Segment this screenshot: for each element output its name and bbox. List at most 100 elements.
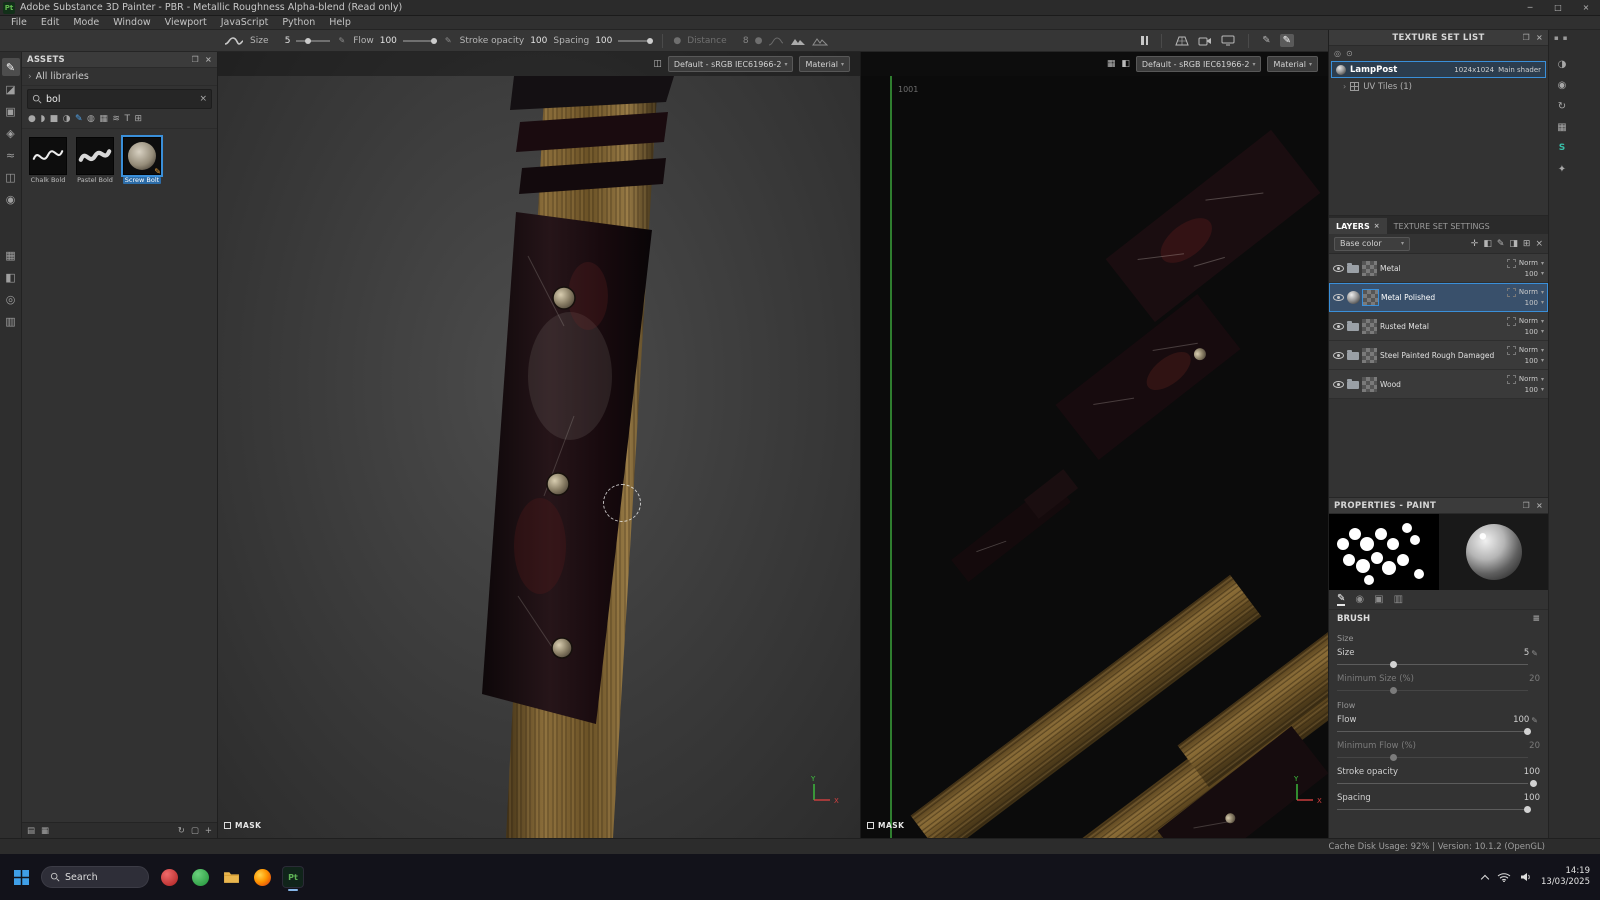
layer-visibility-icon[interactable] — [1333, 351, 1344, 359]
layer-visibility-icon[interactable] — [1333, 264, 1344, 272]
add-group-icon[interactable]: ⊞ — [1523, 239, 1531, 249]
share-panel-icon[interactable]: S — [1554, 140, 1570, 156]
mask-thumbnail[interactable] — [1506, 316, 1516, 326]
spacing-value[interactable]: 100 — [595, 36, 612, 46]
paint-tool-icon[interactable]: ✎ — [1, 58, 20, 76]
mask-thumbnail[interactable] — [1506, 287, 1516, 297]
particle-filter-icon[interactable]: ◍ — [87, 114, 95, 124]
blend-mode-dropdown[interactable]: Norm ▾ — [1519, 317, 1544, 325]
display-mode-dropdown-2d[interactable]: Material ▾ — [1267, 56, 1318, 72]
layer-row[interactable]: Wood Norm ▾ 100 ▾ — [1329, 370, 1548, 399]
volume-icon[interactable] — [1520, 872, 1532, 882]
dock-options-icon[interactable]: ▪ — [1563, 34, 1568, 42]
perspective-icon[interactable] — [1175, 36, 1189, 46]
mask-thumbnail[interactable] — [1506, 374, 1516, 384]
pastel-bold-thumbnail[interactable] — [76, 137, 114, 175]
spacing-param-value[interactable]: 100 — [1524, 793, 1540, 803]
minimize-button[interactable]: ─ — [1516, 0, 1544, 15]
material-sphere-thumbnail[interactable] — [1347, 290, 1360, 304]
close-panel-icon[interactable]: × — [205, 55, 212, 64]
taskbar-search[interactable]: Search — [41, 866, 149, 888]
close-panel-icon[interactable]: × — [1536, 501, 1543, 510]
add-fill-layer-icon[interactable]: ◧ — [1483, 239, 1492, 249]
alpha-tab-icon[interactable]: ◉ — [1355, 594, 1364, 605]
layer-thumbnail-selected[interactable] — [1362, 288, 1379, 306]
blend-mode-dropdown[interactable]: Norm ▾ — [1519, 346, 1544, 354]
float-panel-icon[interactable]: ❐ — [1523, 33, 1530, 42]
uv-channels-icon[interactable]: ◧ — [1121, 59, 1130, 69]
start-button[interactable] — [10, 866, 32, 888]
visibility-filter-icon[interactable]: ◎ — [1334, 49, 1341, 58]
display-mode-dropdown-3d[interactable]: Material ▾ — [799, 56, 850, 72]
add-effect-icon[interactable]: ✛ — [1471, 239, 1479, 249]
taskbar-app-red-icon[interactable] — [158, 866, 180, 888]
library-filter-dropdown[interactable]: › All libraries — [22, 68, 217, 86]
refresh-icon[interactable]: ↻ — [178, 826, 185, 836]
smart-material-filter-icon[interactable]: ◗ — [40, 114, 45, 124]
layer-opacity[interactable]: 100 ▾ — [1525, 270, 1544, 278]
noise-filter-icon[interactable]: ≋ — [112, 114, 120, 124]
flow-param-value[interactable]: 100 — [1513, 715, 1529, 725]
plugins-panel-icon[interactable]: ✦ — [1554, 161, 1570, 177]
layer-opacity[interactable]: 100 ▾ — [1525, 328, 1544, 336]
pause-engine-icon[interactable] — [1141, 36, 1149, 45]
menu-javascript[interactable]: JavaScript — [214, 17, 276, 28]
flow-value[interactable]: 100 — [380, 36, 397, 46]
lamp-post-3d-render[interactable] — [218, 76, 860, 838]
stencil-tab-icon[interactable]: ▣ — [1374, 594, 1383, 605]
wifi-icon[interactable] — [1497, 872, 1511, 882]
size-param-slider[interactable] — [1337, 660, 1540, 669]
menu-mode[interactable]: Mode — [66, 17, 106, 28]
asset-item[interactable]: Pastel Bold — [75, 137, 115, 184]
flow-pen-icon[interactable]: ✎ — [445, 36, 452, 45]
menu-python[interactable]: Python — [275, 17, 322, 28]
layer-name[interactable]: Wood — [1380, 380, 1504, 389]
size-param-pen-icon[interactable]: ✎ — [1531, 649, 1538, 658]
paint-brush-mode-icon[interactable]: ✎ — [1279, 34, 1294, 47]
layer-row[interactable]: Metal Norm ▾ 100 ▾ — [1329, 254, 1548, 283]
material-filter-icon[interactable]: ● — [28, 114, 36, 124]
stroke-preview-icon[interactable] — [224, 35, 244, 47]
blend-mode-dropdown[interactable]: Norm ▾ — [1519, 375, 1544, 383]
layer-name[interactable]: Metal Polished — [1381, 293, 1504, 302]
asset-item-selected[interactable]: ✎ Screw Bolt — [121, 135, 163, 185]
asset-item[interactable]: Chalk Bold — [28, 137, 68, 184]
text-filter-icon[interactable]: T — [124, 114, 130, 124]
search-sets-icon[interactable]: ⊙ — [1346, 49, 1353, 58]
layer-thumbnail[interactable] — [1362, 376, 1377, 392]
tab-layers[interactable]: LAYERS × — [1329, 218, 1387, 234]
spacing-slider[interactable] — [618, 37, 653, 45]
smart-mask-filter-icon[interactable]: ■ — [50, 114, 59, 124]
layer-opacity[interactable]: 100 ▾ — [1525, 386, 1544, 394]
mask-thumbnail[interactable] — [1506, 345, 1516, 355]
delete-layer-icon[interactable]: × — [1535, 239, 1543, 249]
stroke-opacity-param-value[interactable]: 100 — [1524, 767, 1540, 777]
quick-mask-icon[interactable]: ▦ — [2, 246, 20, 264]
procedural-filter-icon[interactable]: ▦ — [99, 114, 108, 124]
size-param-value[interactable]: 5 — [1524, 648, 1529, 658]
brush-tab-icon[interactable]: ✎ — [1337, 593, 1346, 606]
stroke-opacity-value[interactable]: 100 — [530, 36, 547, 46]
falloff-curve-icon[interactable] — [768, 36, 784, 46]
more-filters-icon[interactable]: ⊞ — [134, 114, 142, 124]
colorspace-dropdown-3d[interactable]: Default - sRGB IEC61966-2 ▾ — [667, 56, 794, 72]
layer-thumbnail[interactable] — [1362, 318, 1377, 334]
layer-opacity[interactable]: 100 ▾ — [1525, 357, 1544, 365]
add-mask-icon[interactable]: ◨ — [1509, 239, 1518, 249]
material-tab-icon[interactable]: ▥ — [1394, 594, 1403, 605]
taskbar-clock[interactable]: 14:19 13/03/2025 — [1541, 866, 1590, 887]
file-explorer-icon[interactable] — [220, 866, 242, 888]
uv-grid-icon[interactable]: ▦ — [1107, 59, 1116, 69]
size-pen-icon[interactable]: ✎ — [338, 36, 345, 45]
taskbar-app-green-icon[interactable] — [189, 866, 211, 888]
mask-thumbnail[interactable] — [1506, 258, 1516, 268]
uv-islands-render[interactable]: 1001 — [861, 76, 1328, 838]
close-button[interactable]: × — [1572, 0, 1600, 15]
list-view-icon[interactable]: ▤ — [27, 826, 35, 836]
smudge-tool-icon[interactable]: ≈ — [2, 146, 20, 164]
pencil-mode-icon[interactable]: ✎ — [1262, 35, 1270, 46]
size-slider[interactable] — [296, 37, 331, 45]
stroke-opacity-param-slider[interactable] — [1337, 779, 1540, 788]
layer-opacity[interactable]: 100 ▾ — [1525, 299, 1544, 307]
flow-param-slider[interactable] — [1337, 727, 1540, 736]
